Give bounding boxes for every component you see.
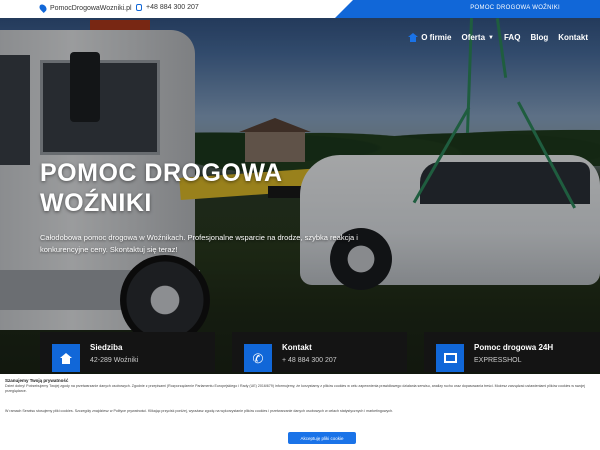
nav-label: Blog bbox=[530, 33, 549, 42]
mail-icon bbox=[443, 353, 457, 363]
card-text: + 48 884 300 207 bbox=[282, 357, 337, 364]
hero-title-line2: WOŹNIKI bbox=[40, 189, 152, 217]
card-title: Kontakt bbox=[282, 343, 312, 352]
top-email-text: PomocDrogowaWozniki.pl bbox=[50, 4, 132, 12]
hero-title: POMOC DROGOWA WOŹNIKI bbox=[40, 158, 300, 218]
top-tagline: POMOC DROGOWA WOŹNIKI bbox=[470, 5, 560, 11]
nav-label: Kontakt bbox=[558, 33, 588, 42]
card-icon-box bbox=[436, 344, 464, 372]
phone-icon: ✆ bbox=[252, 350, 264, 366]
accept-cookies-button[interactable]: Akceptuję pliki cookie bbox=[288, 432, 356, 444]
info-card-kontakt[interactable]: ✆ Kontakt + 48 884 300 207 bbox=[232, 332, 407, 372]
card-title: Pomoc drogowa 24H bbox=[474, 343, 554, 352]
cookie-title: Szanujemy Twoją prywatność bbox=[5, 378, 69, 383]
cookie-text-secondary: W ramach Serwisu stosujemy pliki cookies… bbox=[5, 409, 394, 413]
nav-label: O firmie bbox=[421, 33, 452, 42]
card-title: Siedziba bbox=[90, 343, 123, 352]
nav-item-o-firmie[interactable]: O firmie bbox=[408, 33, 451, 42]
cookie-text: Dzień dobry! Potrzebujemy Twojej zgody n… bbox=[5, 384, 585, 394]
nav-label: Oferta bbox=[461, 33, 486, 42]
top-phone-text: +48 884 300 207 bbox=[146, 4, 199, 11]
hero-subtitle: Całodobowa pomoc drogowa w Woźnikach. Pr… bbox=[40, 233, 358, 254]
card-text: EXPRESSHOL bbox=[474, 357, 522, 364]
phone-icon bbox=[136, 4, 142, 11]
nav-item-kontakt[interactable]: Kontakt bbox=[558, 33, 588, 42]
info-card-siedziba: Siedziba 42-289 Woźniki bbox=[40, 332, 215, 372]
main-nav: O firmie Oferta ▼ FAQ Blog Kontakt bbox=[408, 33, 588, 42]
card-icon-box bbox=[52, 344, 80, 372]
nav-item-oferta[interactable]: Oferta ▼ bbox=[461, 33, 494, 42]
home-icon bbox=[408, 33, 419, 42]
card-icon-box: ✆ bbox=[244, 344, 272, 372]
location-icon bbox=[38, 3, 48, 13]
card-text: 42-289 Woźniki bbox=[90, 357, 139, 364]
nav-item-blog[interactable]: Blog bbox=[530, 33, 548, 42]
home-icon bbox=[60, 352, 72, 364]
top-email[interactable]: PomocDrogowaWozniki.pl bbox=[38, 3, 132, 13]
info-card-pomoc: Pomoc drogowa 24H EXPRESSHOL bbox=[424, 332, 600, 372]
hero-title-line1: POMOC DROGOWA bbox=[40, 159, 283, 187]
top-bar-accent bbox=[335, 0, 600, 18]
nav-label: FAQ bbox=[503, 33, 521, 42]
nav-item-faq[interactable]: FAQ bbox=[504, 33, 520, 42]
top-bar: PomocDrogowaWozniki.pl +48 884 300 207 P… bbox=[0, 0, 600, 18]
top-phone[interactable]: +48 884 300 207 bbox=[136, 4, 199, 11]
chevron-down-icon: ▼ bbox=[488, 34, 494, 41]
cookie-banner: Szanujemy Twoją prywatność Dzień dobry! … bbox=[0, 374, 600, 450]
